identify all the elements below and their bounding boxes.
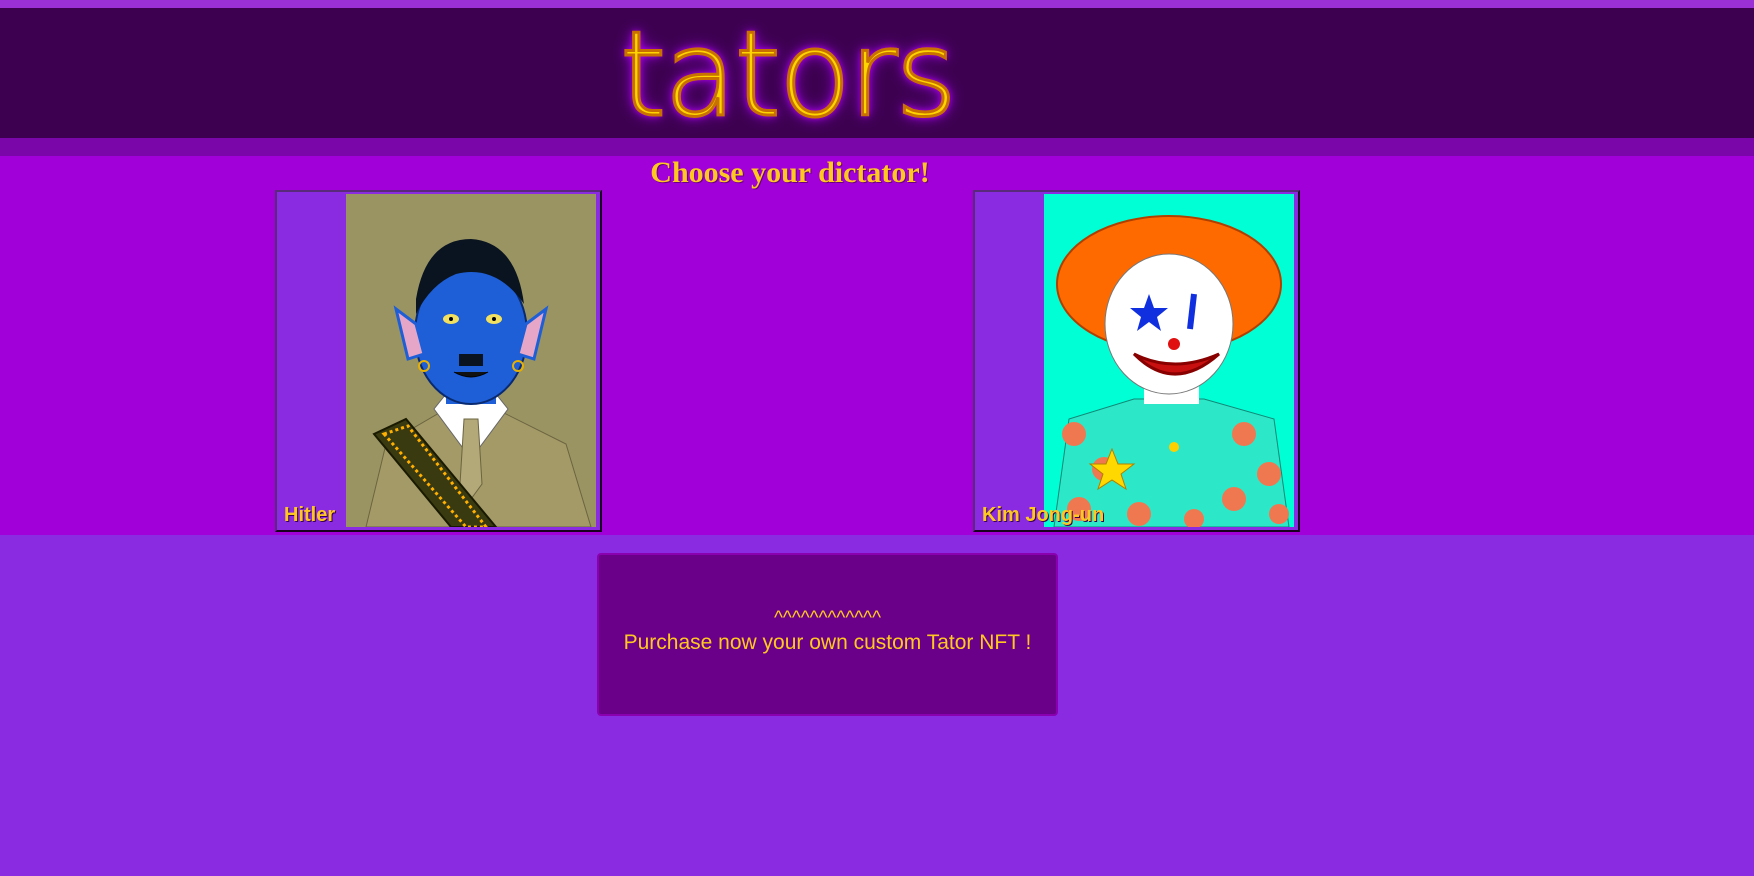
kim-portrait-image xyxy=(1044,194,1294,527)
logo-text: tators xyxy=(619,5,959,143)
purchase-message: Purchase now your own custom Tator NFT ! xyxy=(623,631,1032,654)
purchase-nft-button[interactable]: ^^^^^^^^^^^^ Purchase now your own custo… xyxy=(597,553,1058,716)
caret-arrows: ^^^^^^^^^^^^ xyxy=(774,608,881,629)
hitler-portrait xyxy=(346,194,596,527)
dictator-card-hitler[interactable]: Hitler xyxy=(275,190,602,532)
page-title: Choose your dictator! xyxy=(650,156,930,189)
dictator-card-kim-jong-un[interactable]: Kim Jong-un xyxy=(973,190,1300,532)
hitler-portrait-image xyxy=(346,194,596,527)
header-divider xyxy=(0,138,1754,156)
dictator-name-hitler: Hitler xyxy=(284,504,336,526)
dictator-name-kim-jong-un: Kim Jong-un xyxy=(982,504,1105,526)
site-header: tators xyxy=(0,8,1754,138)
kim-portrait xyxy=(1044,194,1294,527)
tators-logo[interactable]: tators xyxy=(619,5,1020,143)
dictator-chooser: Choose your dictator! Hitler Kim Jong-un xyxy=(0,156,1754,535)
